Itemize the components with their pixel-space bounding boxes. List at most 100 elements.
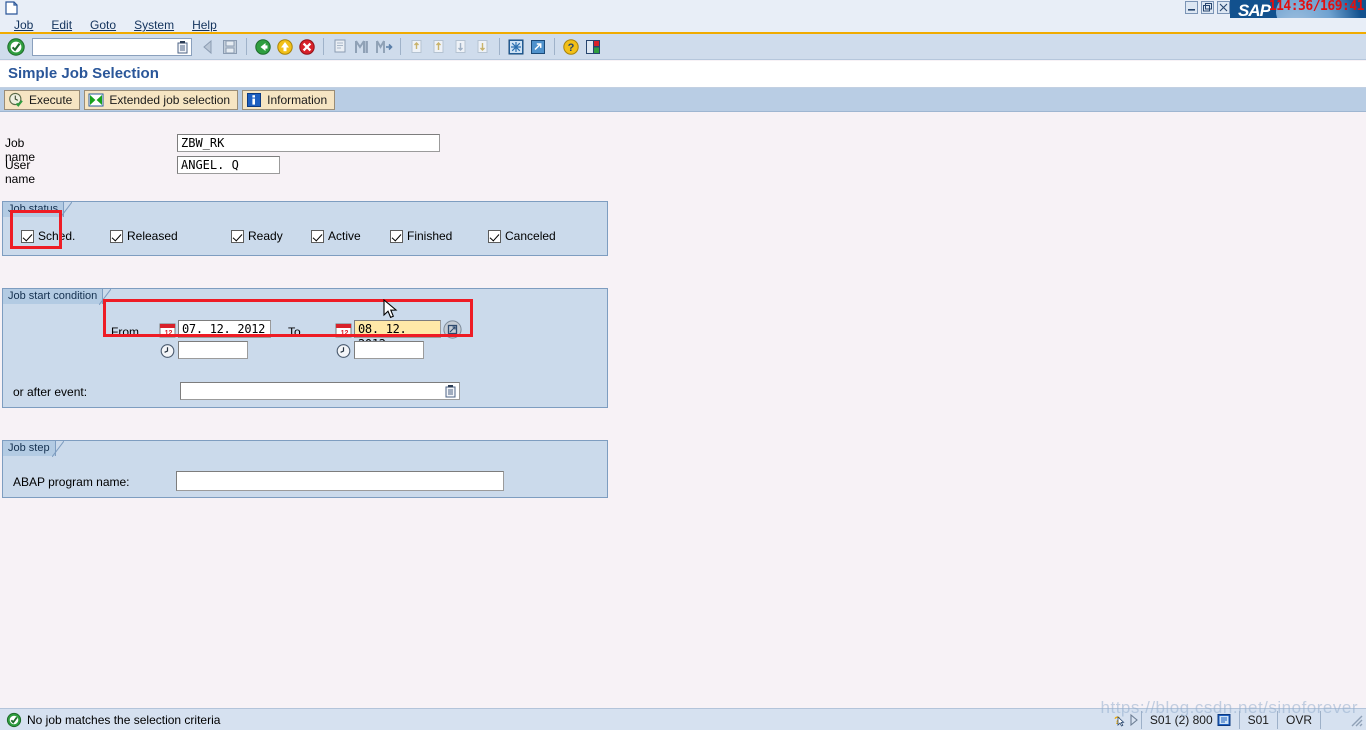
value-help-icon[interactable] (444, 384, 457, 398)
checkbox-finished-box[interactable] (390, 229, 403, 243)
information-button-label: Information (267, 92, 328, 107)
svg-text:?: ? (568, 42, 575, 54)
execute-button[interactable]: Execute (4, 89, 81, 110)
system-id-text: S01 (1247, 712, 1269, 727)
checkbox-finished[interactable]: Finished (390, 229, 452, 243)
job-start-condition-group-title: Job start condition (2, 288, 112, 305)
to-time-input[interactable] (354, 341, 424, 359)
first-page-icon[interactable] (407, 37, 427, 57)
page-title: Simple Job Selection (8, 65, 159, 82)
server-icon[interactable] (1217, 713, 1231, 727)
group-corner-icon (98, 288, 112, 305)
svg-text:12: 12 (165, 330, 173, 337)
recording-timer: 114:36/169:41 (1268, 0, 1365, 14)
resize-grip-icon[interactable] (1348, 712, 1364, 728)
job-status-title-label: Job status (8, 203, 59, 215)
checkbox-sched[interactable]: Sched. (21, 229, 75, 243)
help-icon[interactable]: ? (561, 37, 581, 57)
calendar-icon[interactable]: 12 (159, 322, 176, 338)
window-controls[interactable] (1185, 1, 1230, 14)
back-green-icon[interactable] (253, 37, 273, 57)
to-date-input[interactable]: 08. 12. 2012 (354, 320, 441, 351)
user-name-label: User name (5, 158, 36, 186)
find-next-icon[interactable] (374, 37, 394, 57)
green-check-icon[interactable] (6, 37, 26, 57)
minimize-button[interactable] (1185, 1, 1198, 14)
menu-job-label: Job (14, 18, 34, 32)
calendar-icon[interactable]: 12 (335, 322, 352, 338)
application-toolbar[interactable]: Execute Extended job selection Informati… (0, 88, 1366, 112)
extended-job-selection-button[interactable]: Extended job selection (84, 89, 239, 110)
statusbar: No job matches the selection criteria ? … (0, 708, 1366, 730)
checkbox-sched-label: Sched. (38, 229, 76, 243)
menu-edit[interactable]: Edit (51, 18, 82, 32)
menu-goto[interactable]: Goto (90, 18, 126, 32)
clock-execute-icon (8, 92, 24, 108)
to-label: To (288, 325, 301, 339)
extended-job-selection-label: Extended job selection (109, 92, 231, 107)
menubar[interactable]: Job Edit Goto System Help (0, 18, 1366, 32)
window-titlebar: SAP 114:36/169:41 (0, 0, 1366, 22)
after-event-input[interactable] (180, 382, 460, 400)
screen-title-bar: Simple Job Selection (0, 61, 1366, 88)
search-help-icon[interactable] (443, 320, 462, 339)
checkbox-canceled-box[interactable] (488, 229, 501, 243)
sap-gui-window: SAP 114:36/169:41 Job Edit Goto System H… (0, 0, 1366, 730)
system-info-text: S01 (2) 800 (1149, 712, 1213, 727)
next-page-icon[interactable] (451, 37, 471, 57)
create-session-icon[interactable] (506, 37, 526, 57)
close-button[interactable] (1217, 1, 1230, 14)
information-button[interactable]: Information (242, 89, 336, 110)
system-toolbar[interactable]: ? (0, 34, 1366, 60)
statusbar-right: ? S01 (2) 800 S01 OVR (1109, 710, 1366, 730)
clock-icon[interactable] (335, 343, 352, 359)
job-start-condition-title-label: Job start condition (8, 290, 98, 302)
menu-system-label: System (134, 18, 175, 32)
back-icon[interactable] (198, 37, 218, 57)
clock-icon[interactable] (159, 343, 176, 359)
last-page-icon[interactable] (473, 37, 493, 57)
restore-button[interactable] (1201, 1, 1214, 14)
print-icon[interactable] (330, 37, 350, 57)
save-icon[interactable] (220, 37, 240, 57)
checkbox-canceled-label: Canceled (505, 229, 556, 243)
system-id-cell: S01 (1238, 710, 1277, 729)
checkbox-active-label: Active (328, 229, 361, 243)
find-icon[interactable] (352, 37, 372, 57)
command-input[interactable] (32, 37, 192, 56)
layout-menu-icon[interactable] (583, 37, 603, 57)
system-info-cell[interactable]: S01 (2) 800 (1140, 710, 1239, 729)
dropdown-list-icon[interactable] (176, 40, 189, 54)
menu-job[interactable]: Job (14, 18, 43, 32)
previous-page-icon[interactable] (429, 37, 449, 57)
checkbox-ready[interactable]: Ready (231, 229, 283, 243)
menu-help[interactable]: Help (192, 18, 227, 32)
checkbox-released-box[interactable] (110, 229, 123, 243)
checkbox-ready-box[interactable] (231, 229, 244, 243)
help-cursor-icon[interactable]: ? (1109, 712, 1125, 728)
svg-text:12: 12 (341, 330, 349, 337)
from-date-input[interactable]: 07. 12. 2012 (178, 320, 271, 338)
abap-program-name-input[interactable] (176, 471, 504, 491)
job-start-condition-group: Job start condition From 12 07. 12. 2012… (2, 288, 608, 408)
job-name-input[interactable]: ZBW_RK (177, 134, 440, 152)
info-icon (246, 92, 262, 108)
checkbox-active-box[interactable] (311, 229, 324, 243)
checkbox-sched-box[interactable] (21, 229, 34, 243)
from-label: From (111, 325, 139, 339)
create-shortcut-icon[interactable] (528, 37, 548, 57)
user-name-input[interactable]: ANGEL. Q (177, 156, 280, 174)
cancel-red-icon[interactable] (297, 37, 317, 57)
execute-button-label: Execute (29, 92, 73, 107)
checkbox-canceled[interactable]: Canceled (488, 229, 556, 243)
menu-system[interactable]: System (134, 18, 184, 32)
exit-yellow-icon[interactable] (275, 37, 295, 57)
after-event-label: or after event: (13, 385, 88, 399)
job-step-group: Job step ABAP program name: (2, 440, 608, 498)
expand-right-icon[interactable] (1127, 713, 1141, 727)
checkbox-active[interactable]: Active (311, 229, 361, 243)
insert-mode-cell[interactable]: OVR (1276, 710, 1320, 729)
from-time-input[interactable] (178, 341, 248, 359)
job-step-title-label: Job step (8, 442, 50, 454)
checkbox-released[interactable]: Released (110, 229, 178, 243)
